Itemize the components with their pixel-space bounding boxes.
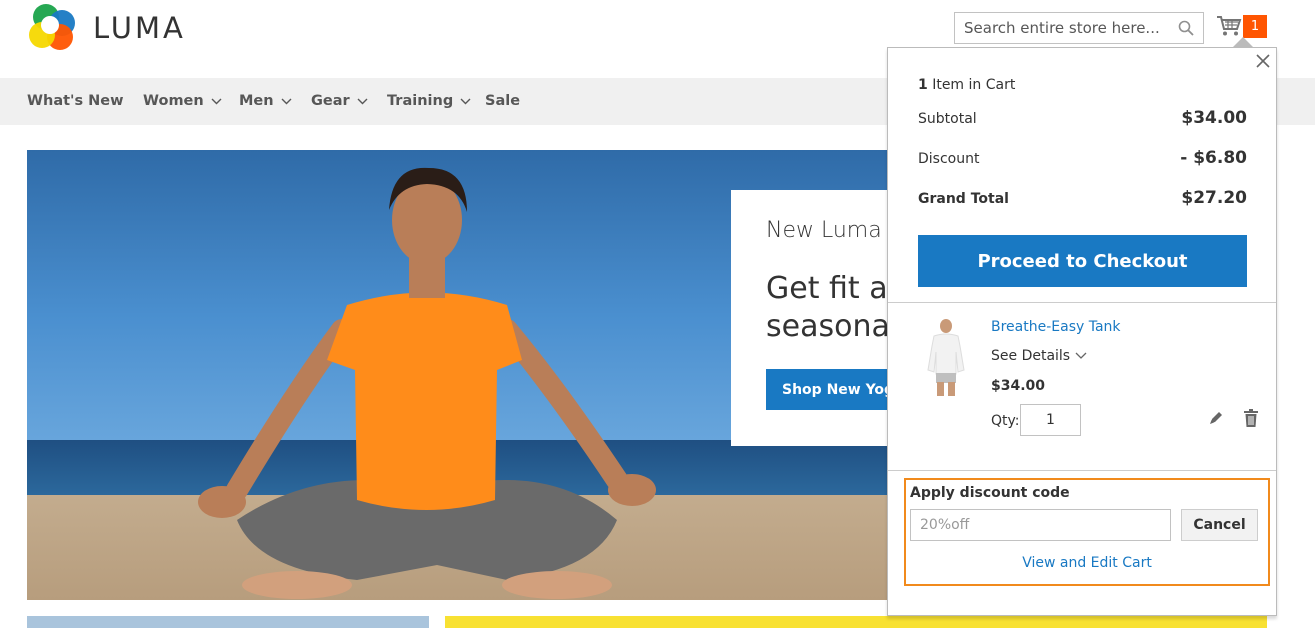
promo-tile-right[interactable] <box>445 616 1267 628</box>
chevron-down-icon <box>281 98 292 104</box>
search-input[interactable] <box>955 13 1165 43</box>
see-details-label: See Details <box>991 348 1071 364</box>
luma-logo-icon <box>27 4 79 52</box>
see-details-toggle[interactable]: See Details <box>991 348 1087 364</box>
cart-count-badge[interactable]: 1 <box>1243 15 1267 38</box>
product-name-link[interactable]: Breathe-Easy Tank <box>991 319 1121 335</box>
discount-row: Discount - $6.80 <box>918 148 1247 168</box>
grand-total-label: Grand Total <box>918 191 1009 207</box>
nav-item-label: Gear <box>311 93 350 109</box>
items-count-label: Item in Cart <box>932 77 1016 93</box>
logo[interactable]: LUMA <box>27 4 186 52</box>
discount-label: Discount <box>918 151 980 167</box>
discount-code-input[interactable]: 20%off <box>910 509 1171 541</box>
nav-item-label: Women <box>143 93 204 109</box>
divider <box>888 302 1276 303</box>
nav-item-women[interactable]: Women <box>143 93 222 109</box>
view-and-edit-cart-link[interactable]: View and Edit Cart <box>906 555 1268 571</box>
yoga-model-image <box>198 167 656 599</box>
pencil-icon[interactable] <box>1208 410 1224 426</box>
search-box[interactable] <box>954 12 1204 44</box>
discount-value: - $6.80 <box>1180 148 1247 168</box>
grand-total-value: $27.20 <box>1181 188 1247 208</box>
trash-icon[interactable] <box>1243 409 1259 427</box>
items-count-number: 1 <box>918 77 928 93</box>
qty-input[interactable]: 1 <box>1020 404 1081 436</box>
subtotal-value: $34.00 <box>1181 108 1247 128</box>
chevron-down-icon <box>1075 352 1087 359</box>
logo-text: LUMA <box>93 11 186 45</box>
search-icon[interactable] <box>1178 20 1194 36</box>
cart-items-count: 1 Item in Cart <box>918 77 1015 93</box>
nav-item-whats-new[interactable]: What's New <box>27 93 124 109</box>
cancel-coupon-button[interactable]: Cancel <box>1181 509 1258 541</box>
chevron-down-icon <box>460 98 471 104</box>
close-icon[interactable] <box>1255 53 1271 69</box>
nav-item-label: Men <box>239 93 274 109</box>
qty-label: Qty: <box>991 413 1020 429</box>
nav-item-training[interactable]: Training <box>387 93 471 109</box>
nav-item-gear[interactable]: Gear <box>311 93 368 109</box>
product-price: $34.00 <box>991 378 1046 394</box>
chevron-down-icon <box>357 98 368 104</box>
chevron-down-icon <box>211 98 222 104</box>
minicart-dropdown: 1 Item in Cart Subtotal $34.00 Discount … <box>887 47 1277 616</box>
nav-item-sale[interactable]: Sale <box>485 93 520 109</box>
promo-tile-left[interactable] <box>27 616 429 628</box>
grand-total-row: Grand Total $27.20 <box>918 188 1247 208</box>
cart-icon[interactable] <box>1216 14 1242 38</box>
subtotal-label: Subtotal <box>918 111 977 127</box>
nav-item-label: Training <box>387 93 454 109</box>
discount-code-section: Apply discount code 20%off Cancel View a… <box>904 478 1270 586</box>
discount-code-label: Apply discount code <box>910 485 1070 501</box>
nav-item-label: What's New <box>27 93 124 109</box>
nav-item-label: Sale <box>485 93 521 109</box>
nav-item-men[interactable]: Men <box>239 93 292 109</box>
product-thumbnail[interactable] <box>918 318 974 398</box>
divider <box>888 470 1276 471</box>
subtotal-row: Subtotal $34.00 <box>918 108 1247 128</box>
proceed-to-checkout-button[interactable]: Proceed to Checkout <box>918 235 1247 287</box>
